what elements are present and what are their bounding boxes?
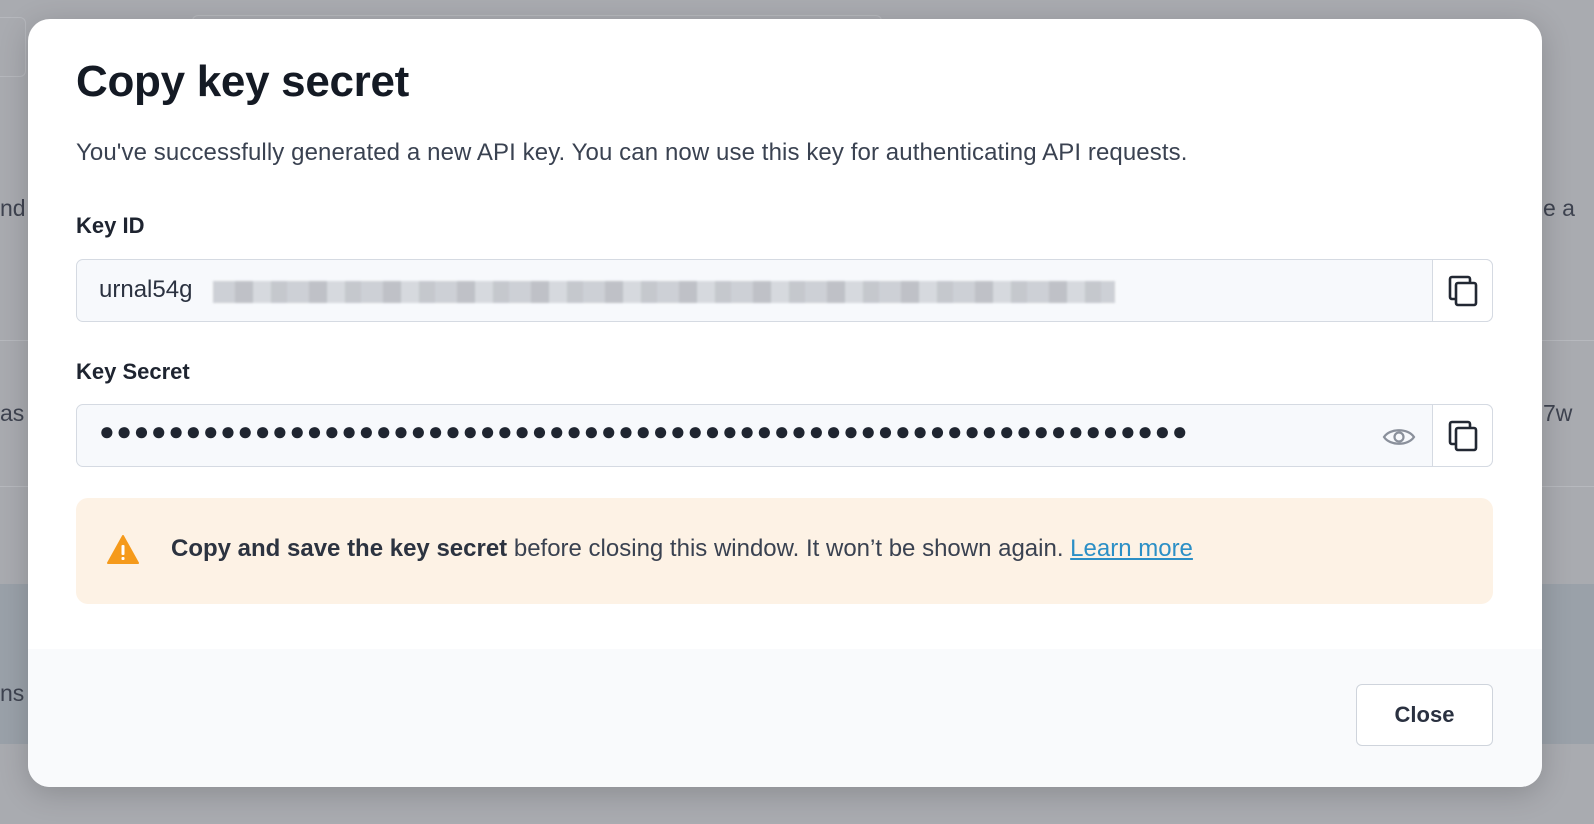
copy-key-secret-button[interactable] [1432, 404, 1493, 467]
background-divider [1542, 340, 1594, 341]
show-secret-button[interactable] [1382, 424, 1416, 450]
learn-more-link[interactable]: Learn more [1070, 535, 1193, 562]
background-text: e a [1543, 195, 1575, 221]
warning-icon [107, 535, 139, 564]
key-secret-field[interactable]: ●●●●●●●●●●●●●●●●●●●●●●●●●●●●●●●●●●●●●●●●… [76, 404, 1493, 467]
copy-icon [1448, 275, 1477, 306]
redacted-key-id [213, 281, 1115, 303]
key-id-value[interactable]: urnal54g [99, 276, 192, 304]
eye-icon [1382, 429, 1416, 445]
copy-icon [1448, 420, 1477, 451]
background-text: as [0, 400, 25, 426]
background-divider [0, 340, 28, 341]
background-text: nd [0, 195, 26, 221]
key-id-label: Key ID [76, 213, 145, 238]
dialog-footer: Close [28, 649, 1542, 787]
copy-key-secret-dialog: Copy key secret You've successfully gene… [28, 19, 1542, 787]
key-secret-label: Key Secret [76, 359, 190, 384]
warning-emphasis: Copy and save the key secret [171, 535, 508, 562]
background-divider [1542, 486, 1594, 487]
close-button[interactable]: Close [1356, 684, 1493, 746]
background-text: ns [0, 680, 25, 706]
key-id-field[interactable]: urnal54g [76, 259, 1493, 322]
background-text: 7w [1543, 400, 1573, 426]
warning-message: Copy and save the key secret before clos… [171, 535, 1193, 563]
warning-alert: Copy and save the key secret before clos… [76, 498, 1493, 604]
copy-key-id-button[interactable] [1432, 259, 1493, 322]
warning-body: before closing this window. It won’t be … [507, 535, 1071, 562]
key-secret-masked-value[interactable]: ●●●●●●●●●●●●●●●●●●●●●●●●●●●●●●●●●●●●●●●●… [99, 416, 1189, 447]
background-divider [0, 486, 28, 487]
dialog-title: Copy key secret [76, 57, 410, 106]
dialog-description: You've successfully generated a new API … [76, 139, 1188, 166]
background-copy-button [0, 17, 26, 77]
